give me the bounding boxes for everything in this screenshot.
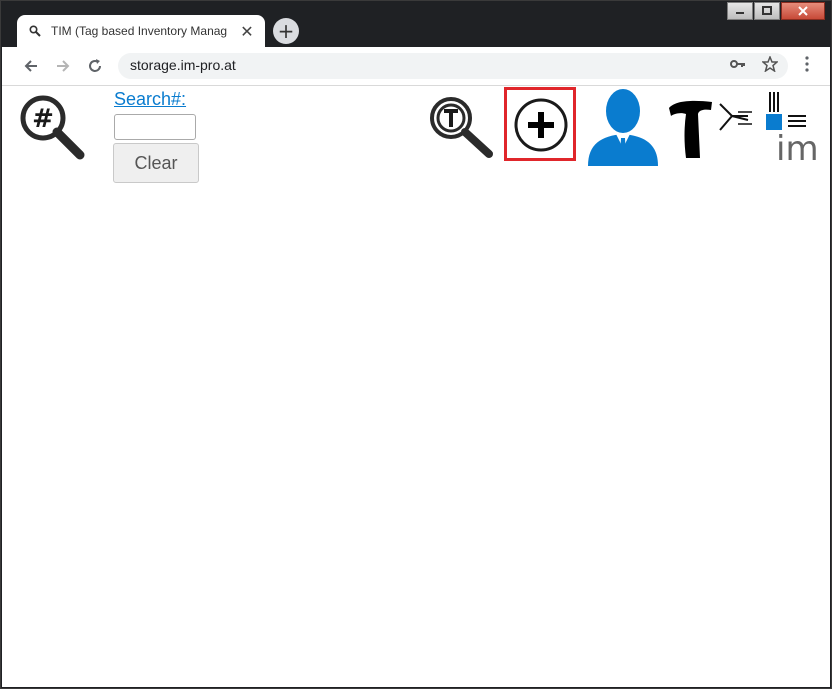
browser-menu-icon[interactable]	[804, 56, 810, 76]
key-icon[interactable]	[730, 56, 746, 76]
new-tab-button[interactable]: +	[273, 18, 299, 44]
brand-text: im	[776, 129, 819, 162]
tab-title: TIM (Tag based Inventory Manag	[51, 24, 228, 38]
user-icon[interactable]	[586, 86, 660, 170]
search-input[interactable]	[114, 114, 196, 140]
reload-icon[interactable]	[84, 55, 106, 77]
page-content: # Search#: Clear im	[2, 86, 830, 687]
im-pro-logo[interactable]: im	[718, 90, 824, 169]
clear-button[interactable]: Clear	[113, 143, 199, 183]
browser-toolbar: storage.im-pro.at	[2, 47, 830, 86]
hash-search-icon[interactable]: #	[19, 94, 87, 166]
browser-window: TIM (Tag based Inventory Manag ✕ + stora…	[0, 0, 832, 689]
tag-search-icon[interactable]	[429, 96, 495, 166]
tab-strip: TIM (Tag based Inventory Manag ✕ +	[9, 15, 771, 47]
close-window-button[interactable]	[781, 2, 825, 20]
url-text: storage.im-pro.at	[130, 57, 236, 73]
svg-text:#: #	[32, 104, 54, 134]
tag-t-icon[interactable]	[666, 98, 716, 164]
tab-close-icon[interactable]: ✕	[239, 22, 255, 41]
bookmark-star-icon[interactable]	[761, 54, 779, 76]
forward-icon[interactable]	[52, 55, 74, 77]
browser-tab[interactable]: TIM (Tag based Inventory Manag ✕	[17, 15, 265, 47]
search-label-link[interactable]: Search#:	[114, 89, 186, 110]
address-bar[interactable]: storage.im-pro.at	[118, 53, 788, 79]
back-icon[interactable]	[20, 55, 42, 77]
tab-favicon-icon	[29, 22, 41, 41]
add-item-icon[interactable]	[513, 97, 569, 157]
